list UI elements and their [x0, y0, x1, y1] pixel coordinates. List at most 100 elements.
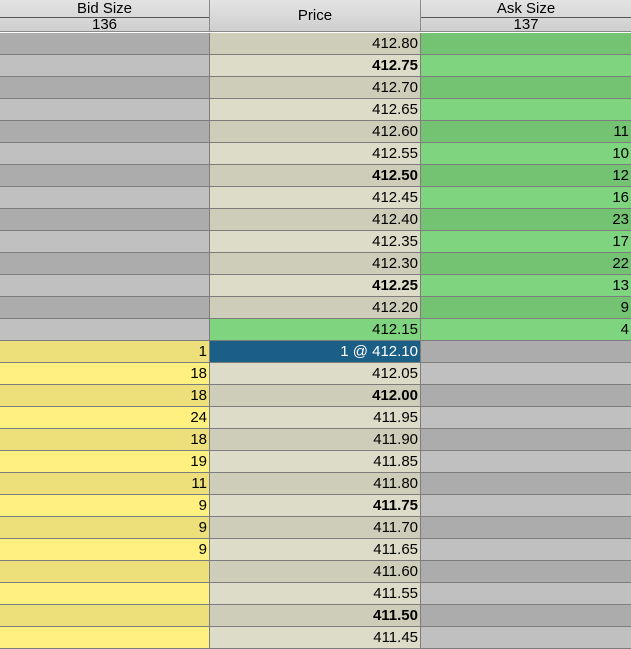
price-cell[interactable]: 411.85: [210, 451, 421, 473]
price-cell[interactable]: 412.40: [210, 209, 421, 231]
ladder-row: 412.55 10: [0, 143, 631, 165]
ask-size-cell[interactable]: [421, 33, 631, 55]
ask-size-cell[interactable]: 16: [421, 187, 631, 209]
ask-size-cell[interactable]: 11: [421, 121, 631, 143]
bid-size-cell[interactable]: 18: [0, 363, 210, 385]
price-cell[interactable]: 411.95: [210, 407, 421, 429]
ladder-row: 18 412.05: [0, 363, 631, 385]
bid-size-cell[interactable]: [0, 33, 210, 55]
price-cell[interactable]: 412.75: [210, 55, 421, 77]
ask-size-cell[interactable]: [421, 55, 631, 77]
ask-size-cell[interactable]: [421, 99, 631, 121]
bid-size-cell[interactable]: [0, 319, 210, 341]
price-cell[interactable]: 411.50: [210, 605, 421, 627]
price-cell[interactable]: 411.80: [210, 473, 421, 495]
ask-size-cell[interactable]: 10: [421, 143, 631, 165]
bid-size-cell[interactable]: [0, 297, 210, 319]
ask-size-cell[interactable]: [421, 517, 631, 539]
ask-size-cell[interactable]: 22: [421, 253, 631, 275]
bid-size-cell[interactable]: 9: [0, 539, 210, 561]
ask-size-header[interactable]: Ask Size 137: [421, 0, 631, 32]
price-cell[interactable]: 412.25: [210, 275, 421, 297]
ladder-row: 18 411.90: [0, 429, 631, 451]
ask-size-cell[interactable]: [421, 429, 631, 451]
ask-size-cell[interactable]: 4: [421, 319, 631, 341]
bid-size-cell[interactable]: [0, 253, 210, 275]
ask-size-cell[interactable]: [421, 363, 631, 385]
ask-size-cell[interactable]: [421, 341, 631, 363]
price-cell[interactable]: 412.80: [210, 33, 421, 55]
ask-size-cell[interactable]: 9: [421, 297, 631, 319]
bid-size-header[interactable]: Bid Size 136: [0, 0, 210, 32]
price-cell[interactable]: 411.45: [210, 627, 421, 649]
ask-size-label: Ask Size: [496, 0, 556, 17]
price-cell[interactable]: 411.75: [210, 495, 421, 517]
bid-size-cell[interactable]: [0, 209, 210, 231]
ask-size-cell[interactable]: [421, 451, 631, 473]
ladder-row: 412.35 17: [0, 231, 631, 253]
ladder-row: 412.65: [0, 99, 631, 121]
bid-size-cell[interactable]: [0, 143, 210, 165]
ask-size-cell[interactable]: [421, 77, 631, 99]
bid-size-cell[interactable]: [0, 187, 210, 209]
price-cell[interactable]: 412.35: [210, 231, 421, 253]
price-cell[interactable]: 412.45: [210, 187, 421, 209]
price-cell[interactable]: 411.60: [210, 561, 421, 583]
bid-size-cell[interactable]: [0, 231, 210, 253]
ask-size-cell[interactable]: 23: [421, 209, 631, 231]
price-cell[interactable]: 411.90: [210, 429, 421, 451]
bid-size-cell[interactable]: [0, 77, 210, 99]
price-cell[interactable]: 412.70: [210, 77, 421, 99]
ask-size-cell[interactable]: 12: [421, 165, 631, 187]
bid-size-cell[interactable]: [0, 55, 210, 77]
bid-size-cell[interactable]: 18: [0, 385, 210, 407]
current-price-cell[interactable]: 1 @ 412.10: [210, 341, 421, 363]
price-cell[interactable]: 412.15: [210, 319, 421, 341]
price-cell[interactable]: 412.20: [210, 297, 421, 319]
bid-size-cell[interactable]: [0, 627, 210, 649]
price-cell[interactable]: 412.30: [210, 253, 421, 275]
bid-size-cell[interactable]: 18: [0, 429, 210, 451]
ask-size-cell[interactable]: [421, 539, 631, 561]
ladder-row: 412.40 23: [0, 209, 631, 231]
price-header[interactable]: Price: [210, 0, 421, 32]
price-cell[interactable]: 411.70: [210, 517, 421, 539]
ask-size-cell[interactable]: [421, 385, 631, 407]
bid-size-cell[interactable]: [0, 583, 210, 605]
bid-size-cell[interactable]: [0, 605, 210, 627]
ask-size-cell[interactable]: [421, 495, 631, 517]
bid-size-cell[interactable]: 11: [0, 473, 210, 495]
price-cell[interactable]: 412.55: [210, 143, 421, 165]
price-cell[interactable]: 412.50: [210, 165, 421, 187]
bid-size-cell[interactable]: [0, 561, 210, 583]
ladder-row: 9 411.70: [0, 517, 631, 539]
price-cell[interactable]: 412.00: [210, 385, 421, 407]
price-cell[interactable]: 412.60: [210, 121, 421, 143]
bid-size-cell[interactable]: [0, 275, 210, 297]
price-cell[interactable]: 411.65: [210, 539, 421, 561]
bid-size-cell[interactable]: 9: [0, 517, 210, 539]
bid-size-cell[interactable]: 24: [0, 407, 210, 429]
ask-size-cell[interactable]: [421, 583, 631, 605]
ladder-row: 9 411.65: [0, 539, 631, 561]
bid-size-cell[interactable]: 19: [0, 451, 210, 473]
bid-size-cell[interactable]: 1: [0, 341, 210, 363]
bid-size-cell[interactable]: 9: [0, 495, 210, 517]
ladder-header: Bid Size 136 Price Ask Size 137: [0, 0, 631, 32]
ladder-row: 18 412.00: [0, 385, 631, 407]
price-cell[interactable]: 412.05: [210, 363, 421, 385]
ask-size-cell[interactable]: 13: [421, 275, 631, 297]
bid-size-cell[interactable]: [0, 165, 210, 187]
ladder-row: 11 411.80: [0, 473, 631, 495]
ask-size-cell[interactable]: [421, 561, 631, 583]
bid-size-cell[interactable]: [0, 121, 210, 143]
ladder-rows: 412.80 412.75 412.70 412.65 412.60 11 412.55 10…: [0, 33, 631, 649]
ask-size-cell[interactable]: [421, 605, 631, 627]
ask-size-cell[interactable]: [421, 627, 631, 649]
ask-size-cell[interactable]: [421, 473, 631, 495]
price-cell[interactable]: 412.65: [210, 99, 421, 121]
bid-size-cell[interactable]: [0, 99, 210, 121]
price-cell[interactable]: 411.55: [210, 583, 421, 605]
ask-size-cell[interactable]: 17: [421, 231, 631, 253]
ask-size-cell[interactable]: [421, 407, 631, 429]
